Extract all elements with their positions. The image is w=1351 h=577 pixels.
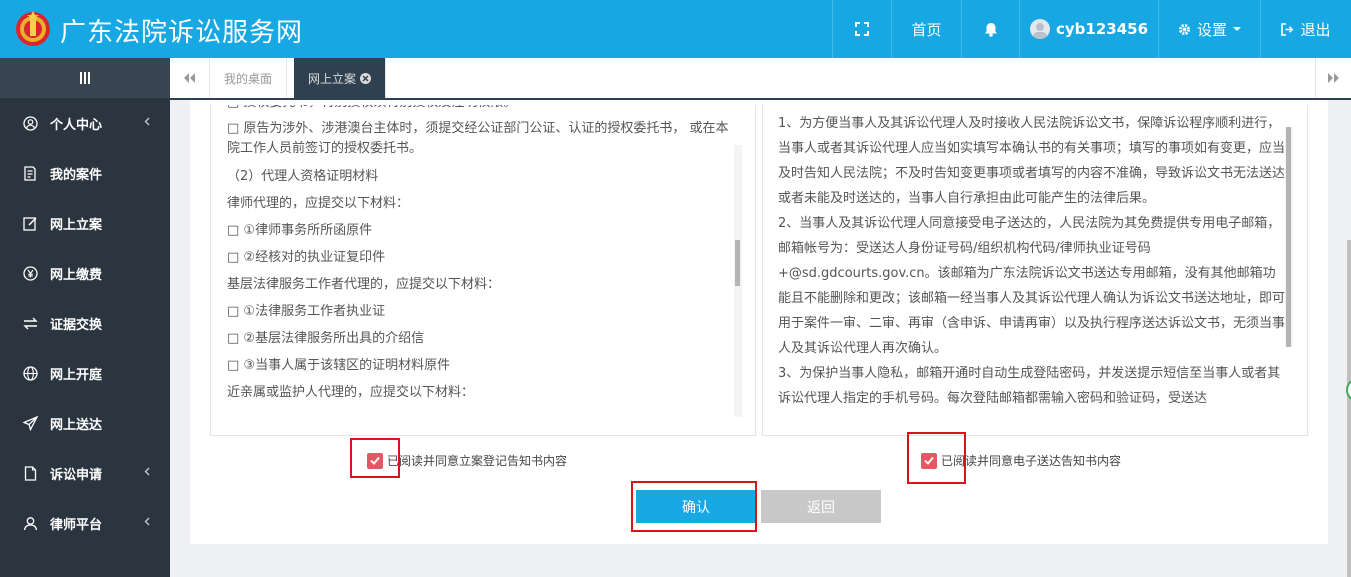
delivery-notice-scrollbar-thumb[interactable]	[1286, 127, 1291, 347]
notice-paragraph: 2、当事人及其诉讼代理人同意接受电子送达的，人民法院为其免费提供专用电子邮箱，邮…	[778, 216, 1286, 356]
sidebar-item-label: 个人中心	[50, 117, 103, 133]
filing-notice-scrollbar-thumb[interactable]	[735, 240, 740, 286]
sidebar-item-online-delivery[interactable]: 网上送达	[0, 398, 170, 448]
paper-plane-icon	[22, 415, 38, 431]
tab-label: 网上立案	[308, 71, 357, 86]
logout-icon	[1281, 22, 1294, 36]
yen-circle-icon	[22, 265, 38, 281]
tab-my-desktop[interactable]: 我的桌面	[210, 58, 288, 98]
double-chevron-right-icon	[1328, 73, 1339, 83]
fullscreen-button[interactable]	[832, 0, 891, 58]
notice-line: □ ②基层法律服务所出具的介绍信	[227, 331, 425, 346]
caret-down-icon	[1233, 27, 1241, 31]
sidebar-toggle-button[interactable]	[0, 58, 170, 98]
sidebar-item-label: 律师平台	[50, 517, 103, 533]
settings-label: 设置	[1196, 20, 1227, 39]
username-label: cyb123456	[1055, 20, 1149, 38]
tab-online-filing[interactable]: 网上立案	[294, 58, 387, 98]
highlight-box	[631, 481, 757, 532]
sidebar-item-label: 证据交换	[50, 317, 103, 333]
notice-line: □ ②经核对的执业证复印件	[227, 250, 386, 265]
notice-line: □ 原告为涉外、涉港澳台主体时，须提交经公证部门公证、认证的授权委托书， 或在本…	[227, 121, 729, 156]
double-chevron-left-icon	[184, 73, 195, 83]
sidebar-item-evidence-exchange[interactable]: 证据交换	[0, 298, 170, 348]
delivery-notice-panel[interactable]: 1、为方便当事人及其诉讼代理人及时接收人民法院诉讼文书，保障诉讼程序顺利进行，当…	[762, 105, 1308, 436]
file-icon	[22, 465, 38, 481]
filing-notice-text: □ 授权委托书，特别授权须特别授权及注明权限。 □ 原告为涉外、涉港澳台主体时，…	[227, 105, 739, 406]
sidebar-item-label: 网上送达	[50, 417, 103, 433]
filing-agreement-label: 已阅读并同意立案登记告知书内容	[387, 454, 568, 468]
sidebar-item-online-filing[interactable]: 网上立案	[0, 198, 170, 248]
notice-line: □ ①法律服务工作者执业证	[227, 304, 386, 319]
sidebar-item-my-cases[interactable]: 我的案件	[0, 148, 170, 198]
sidebar-item-personal-center[interactable]: 个人中心	[0, 98, 170, 148]
tab-bar: 我的桌面 网上立案	[170, 58, 1351, 100]
notice-paragraph: 3、为保护当事人隐私，邮箱开通时自动生成登陆密码，并发送提示短信至当事人或者其诉…	[778, 366, 1281, 406]
delivery-notice-text: 1、为方便当事人及其诉讼代理人及时接收人民法院诉讼文书，保障诉讼程序顺利进行，当…	[778, 111, 1288, 411]
notice-paragraph: 1、为方便当事人及其诉讼代理人及时接收人民法院诉讼文书，保障诉讼程序顺利进行，当…	[778, 116, 1286, 206]
sidebar-item-label: 网上立案	[50, 217, 103, 233]
sidebar-item-label: 我的案件	[50, 167, 103, 183]
sidebar-item-label: 网上开庭	[50, 367, 103, 383]
sidebar-item-label: 诉讼申请	[50, 467, 103, 483]
notice-line: 近亲属或监护人代理的，应提交以下材料：	[227, 385, 475, 400]
sidebar-item-online-payment[interactable]: 网上缴费	[0, 248, 170, 298]
sidebar-item-lawyer-platform[interactable]: 律师平台	[0, 498, 170, 548]
home-label: 首页	[911, 20, 942, 39]
filing-notice-panel[interactable]: □ 授权委托书，特别授权须特别授权及注明权限。 □ 原告为涉外、涉港澳台主体时，…	[210, 105, 756, 436]
document-icon	[22, 165, 38, 181]
back-button[interactable]: 返回	[761, 490, 881, 523]
sidebar: 个人中心 我的案件 网上立案 网上缴费 证据交换 网上开庭 网上送达 诉讼申请 …	[0, 58, 170, 577]
settings-dropdown[interactable]: 设置	[1158, 0, 1260, 58]
sidebar-item-label: 网上缴费	[50, 267, 103, 283]
close-icon[interactable]	[360, 72, 372, 84]
home-link[interactable]: 首页	[891, 0, 961, 58]
notice-line: 基层法律服务工作者代理的，应提交以下材料：	[227, 277, 501, 292]
notice-line: 律师代理的，应提交以下材料：	[227, 196, 410, 211]
edit-icon	[22, 215, 38, 231]
notification-button[interactable]	[961, 0, 1019, 58]
lawyer-icon	[22, 515, 38, 531]
tab-scroll-left-button[interactable]	[170, 58, 210, 98]
exchange-icon	[22, 315, 38, 331]
avatar	[1029, 19, 1050, 39]
chevron-left-icon	[144, 517, 150, 526]
menu-bars-icon	[80, 72, 90, 84]
court-emblem-icon	[16, 11, 50, 46]
bell-icon	[984, 22, 997, 37]
main-content: □ 授权委托书，特别授权须特别授权及注明权限。 □ 原告为涉外、涉港澳台主体时，…	[190, 100, 1328, 544]
highlight-box	[350, 438, 400, 478]
logout-label: 退出	[1300, 20, 1331, 39]
globe-icon	[22, 365, 38, 381]
delivery-agreement-label: 已阅读并同意电子送达告知书内容	[941, 454, 1122, 468]
notice-line: □ ①律师事务所所函原件	[227, 223, 373, 238]
user-menu[interactable]: cyb123456	[1019, 0, 1158, 58]
highlight-box	[907, 432, 966, 484]
tab-scroll-right-button[interactable]	[1315, 58, 1351, 98]
site-title: 广东法院诉讼服务网	[60, 18, 304, 48]
top-nav: 首页 cyb123456 设置 退出	[832, 0, 1351, 58]
tab-label: 我的桌面	[224, 71, 273, 86]
notice-line: □ ③当事人属于该辖区的证明材料原件	[227, 358, 451, 373]
fullscreen-icon	[855, 22, 869, 36]
logout-button[interactable]: 退出	[1260, 0, 1351, 58]
notice-line: （2）代理人资格证明材料	[227, 169, 379, 184]
page-scrollbar[interactable]	[1347, 240, 1351, 577]
chevron-left-icon	[144, 117, 150, 126]
user-circle-icon	[22, 115, 38, 131]
sidebar-item-litigation-application[interactable]: 诉讼申请	[0, 448, 170, 498]
gear-icon	[1178, 23, 1190, 35]
chevron-left-icon	[144, 467, 150, 476]
notice-line: □ 授权委托书，特别授权须特别授权及注明权限。	[227, 105, 739, 116]
top-header: 广东法院诉讼服务网 首页 cyb123456 设置 退出	[0, 0, 1351, 58]
sidebar-item-online-hearing[interactable]: 网上开庭	[0, 348, 170, 398]
